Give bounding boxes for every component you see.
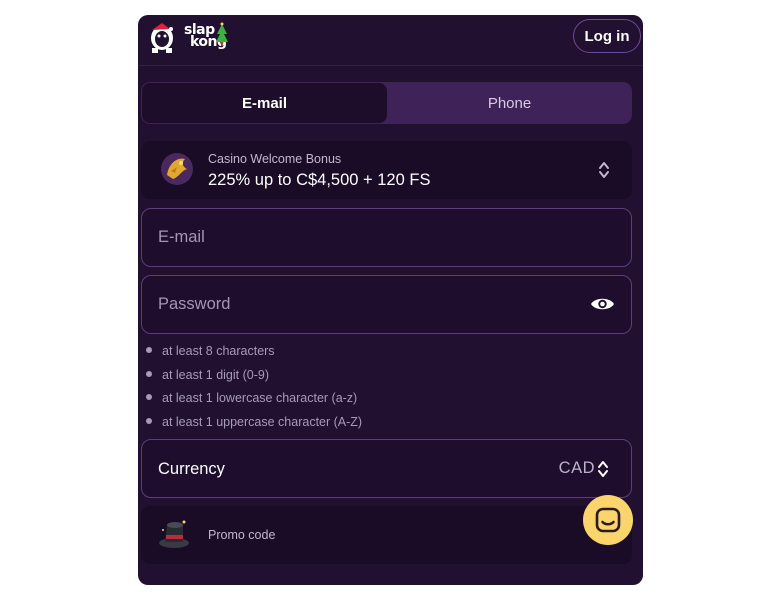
registration-panel: slap kong Log in E-mail Phone Casino Wel… [138,15,643,585]
password-rule: at least 1 uppercase character (A-Z) [146,413,362,437]
password-rule: at least 1 digit (0-9) [146,366,362,390]
chevron-updown-icon [598,461,608,477]
rule-text: at least 8 characters [162,344,275,358]
password-field[interactable]: Password [141,275,632,334]
gorilla-icon [151,23,173,53]
email-field[interactable]: E-mail [141,208,632,267]
chat-icon [595,507,621,533]
rule-text: at least 1 uppercase character (A-Z) [162,414,363,429]
promo-code-toggle[interactable]: Promo code [141,506,632,564]
signup-method-tabs: E-mail Phone [141,82,632,124]
rule-text: at least 1 lowercase character (a-z) [162,391,358,405]
tab-phone[interactable]: Phone [387,82,632,124]
login-button[interactable]: Log in [573,19,641,53]
currency-label: Currency [158,460,225,478]
header: slap kong Log in [138,15,643,66]
currency-select[interactable]: Currency CAD [141,439,632,498]
rule-text: at least 1 digit (0-9) [162,367,269,382]
eye-icon[interactable] [590,294,615,314]
bonus-title: 225% up to C$4,500 + 120 FS [208,171,431,189]
password-rule: at least 8 characters [146,342,362,366]
tab-email[interactable]: E-mail [142,83,387,123]
email-placeholder: E-mail [158,228,205,246]
promo-code-label: Promo code [208,528,276,542]
password-rules: at least 8 characters at least 1 digit (… [146,342,362,436]
christmas-tree-icon [216,22,228,46]
chat-button[interactable] [583,495,633,545]
magic-hat-icon [159,520,189,548]
bonus-selector[interactable]: Casino Welcome Bonus 225% up to C$4,500 … [141,141,632,199]
password-rule: at least 1 lowercase character (a-z) [146,389,362,413]
gold-dragon-icon [161,153,193,185]
bonus-subtitle: Casino Welcome Bonus [208,152,342,166]
logo[interactable]: slap kong [148,20,228,54]
currency-value: CAD [558,459,595,477]
chevron-updown-icon [599,162,609,178]
password-placeholder: Password [158,295,231,313]
